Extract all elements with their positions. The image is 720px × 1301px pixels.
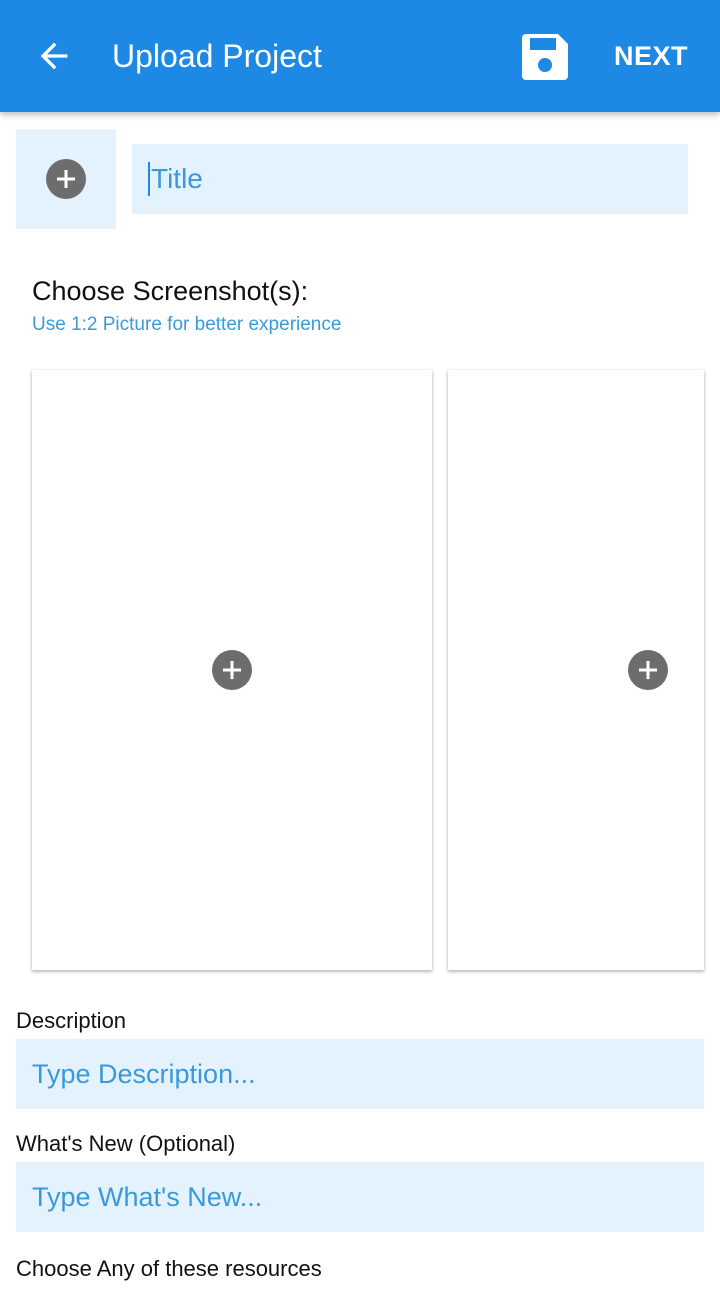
screenshot-slot-2[interactable] — [448, 370, 704, 970]
screenshots-hint: Use 1:2 Picture for better experience — [32, 314, 342, 335]
back-button[interactable] — [30, 32, 78, 80]
plus-circle-icon — [628, 650, 668, 690]
text-caret — [148, 162, 150, 196]
project-icon-picker[interactable] — [16, 129, 116, 229]
plus-circle-icon — [46, 159, 86, 199]
screenshots-label: Choose Screenshot(s): — [32, 276, 309, 306]
whats-new-input[interactable]: Type What's New... — [16, 1162, 704, 1232]
title-input[interactable]: Title — [132, 144, 688, 214]
title-placeholder: Title — [151, 163, 203, 194]
next-button[interactable]: NEXT — [604, 36, 698, 76]
whats-new-placeholder: Type What's New... — [32, 1181, 263, 1212]
arrow-left-icon — [40, 42, 68, 70]
description-placeholder: Type Description... — [32, 1058, 256, 1089]
plus-circle-icon — [212, 650, 252, 690]
app-bar: Upload Project NEXT — [0, 0, 720, 112]
description-input[interactable]: Type Description... — [16, 1039, 704, 1109]
description-label: Description — [16, 1008, 127, 1033]
screenshot-slot-1[interactable] — [32, 370, 432, 970]
save-button[interactable] — [518, 30, 572, 84]
page-title: Upload Project — [112, 38, 322, 74]
resources-label: Choose Any of these resources — [16, 1256, 322, 1281]
whats-new-label: What's New (Optional) — [16, 1131, 236, 1156]
floppy-disk-icon — [522, 34, 568, 80]
